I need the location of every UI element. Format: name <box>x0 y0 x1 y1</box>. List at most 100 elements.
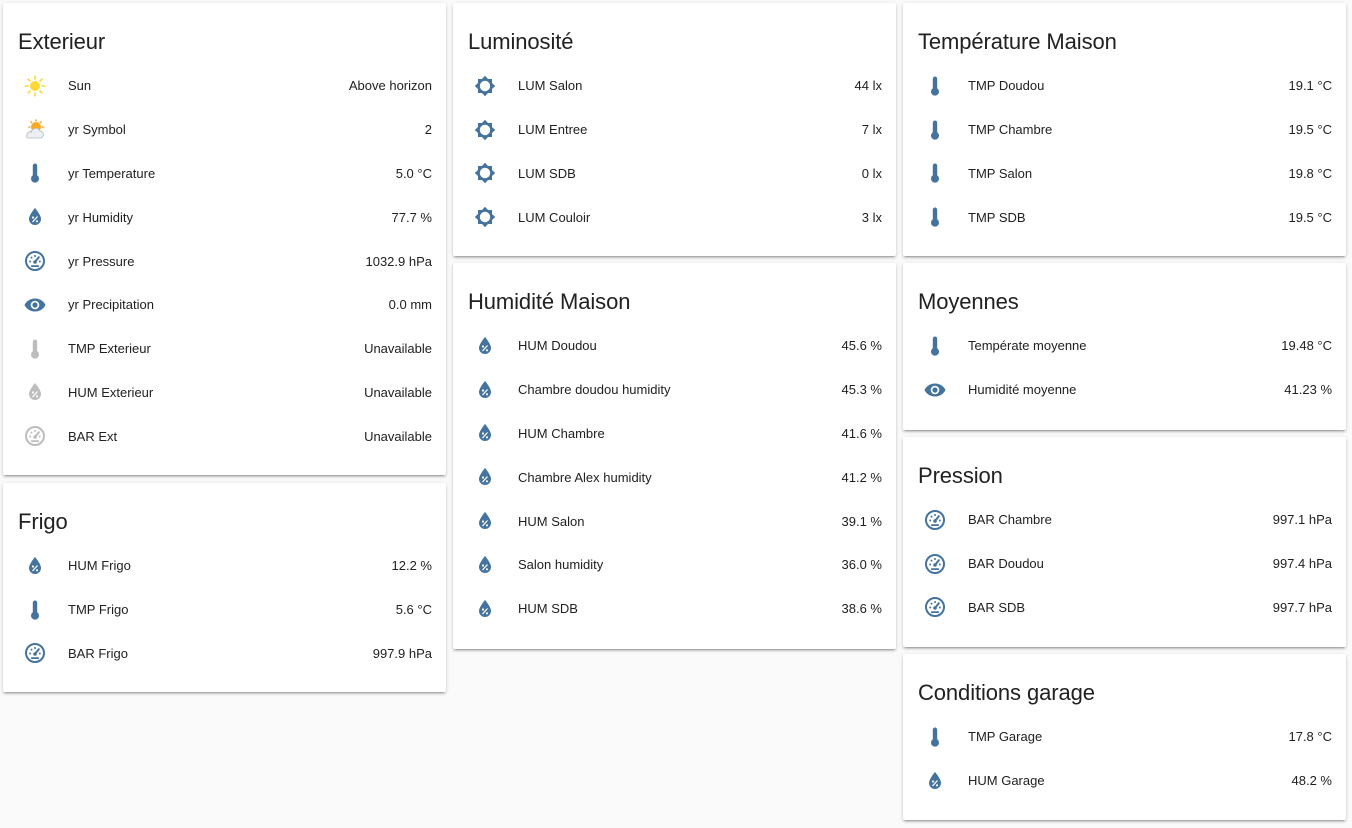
entity-row-tmp-chambre[interactable]: TMP Chambre 19.5 °C <box>903 108 1346 152</box>
entity-name[interactable]: TMP Doudou <box>968 78 1288 93</box>
entity-name[interactable]: BAR Frigo <box>68 646 373 661</box>
entity-row-hum-exterieur[interactable]: HUM Exterieur Unavailable <box>3 371 446 415</box>
entity-row-yr-precipitation[interactable]: yr Precipitation 0.0 mm <box>3 283 446 327</box>
entity-name[interactable]: yr Temperature <box>68 166 396 181</box>
entity-name[interactable]: HUM Exterieur <box>68 385 364 400</box>
entity-row-yr-pressure[interactable]: yr Pressure 1032.9 hPa <box>3 239 446 283</box>
entity-name[interactable]: LUM SDB <box>518 166 862 181</box>
entity-row-sun[interactable]: Sun Above horizon <box>3 64 446 108</box>
humidity-icon[interactable] <box>468 373 502 407</box>
entity-row-bar-ext[interactable]: BAR Ext Unavailable <box>3 414 446 458</box>
thermometer-icon[interactable] <box>18 332 52 366</box>
eye-icon[interactable] <box>918 373 952 407</box>
thermometer-icon[interactable] <box>18 593 52 627</box>
gauge-icon[interactable] <box>18 244 52 278</box>
entity-row-hum-salon[interactable]: HUM Salon 39.1 % <box>453 499 896 543</box>
entity-name[interactable]: BAR Doudou <box>968 556 1273 571</box>
entity-name[interactable]: HUM SDB <box>518 601 842 616</box>
thermometer-icon[interactable] <box>918 156 952 190</box>
thermometer-icon[interactable] <box>18 156 52 190</box>
entity-row-hum-sdb[interactable]: HUM SDB 38.6 % <box>453 587 896 631</box>
humidity-icon[interactable] <box>918 764 952 798</box>
entity-row-bar-sdb[interactable]: BAR SDB 997.7 hPa <box>903 586 1346 630</box>
entity-row-yr-symbol[interactable]: yr Symbol 2 <box>3 108 446 152</box>
humidity-icon[interactable] <box>468 329 502 363</box>
entity-name[interactable]: Salon humidity <box>518 557 842 572</box>
entity-name[interactable]: HUM Frigo <box>68 558 392 573</box>
entity-name[interactable]: BAR Chambre <box>968 512 1273 527</box>
humidity-icon[interactable] <box>468 592 502 626</box>
sun-icon[interactable] <box>18 69 52 103</box>
entity-name[interactable]: TMP SDB <box>968 210 1288 225</box>
entity-name[interactable]: Sun <box>68 78 349 93</box>
entity-row-salon-humidity[interactable]: Salon humidity 36.0 % <box>453 543 896 587</box>
humidity-icon[interactable] <box>468 416 502 450</box>
entity-row-hum-chambre[interactable]: HUM Chambre 41.6 % <box>453 412 896 456</box>
entity-row-hum-garage[interactable]: HUM Garage 48.2 % <box>903 759 1346 803</box>
brightness-icon[interactable] <box>468 69 502 103</box>
humidity-icon[interactable] <box>18 375 52 409</box>
weather-partly-cloudy-icon[interactable] <box>18 113 52 147</box>
thermometer-icon[interactable] <box>918 113 952 147</box>
entity-name[interactable]: Températe moyenne <box>968 338 1281 353</box>
entity-row-bar-chambre[interactable]: BAR Chambre 997.1 hPa <box>903 498 1346 542</box>
entity-name[interactable]: Chambre doudou humidity <box>518 382 842 397</box>
entity-row-lum-entree[interactable]: LUM Entree 7 lx <box>453 108 896 152</box>
thermometer-icon[interactable] <box>918 720 952 754</box>
entity-name[interactable]: Chambre Alex humidity <box>518 470 842 485</box>
entity-name[interactable]: Humidité moyenne <box>968 382 1284 397</box>
entity-name[interactable]: TMP Frigo <box>68 602 396 617</box>
gauge-icon[interactable] <box>918 590 952 624</box>
entity-row-bar-doudou[interactable]: BAR Doudou 997.4 hPa <box>903 542 1346 586</box>
humidity-icon[interactable] <box>18 549 52 583</box>
thermometer-icon[interactable] <box>918 200 952 234</box>
entity-name[interactable]: yr Symbol <box>68 122 425 137</box>
gauge-icon[interactable] <box>18 419 52 453</box>
entity-name[interactable]: TMP Garage <box>968 729 1288 744</box>
gauge-icon[interactable] <box>918 547 952 581</box>
entity-row-tmp-exterieur[interactable]: TMP Exterieur Unavailable <box>3 327 446 371</box>
entity-row-lum-couloir[interactable]: LUM Couloir 3 lx <box>453 195 896 239</box>
humidity-icon[interactable] <box>468 460 502 494</box>
entity-row-hum-frigo[interactable]: HUM Frigo 12.2 % <box>3 544 446 588</box>
humidity-icon[interactable] <box>18 200 52 234</box>
thermometer-icon[interactable] <box>918 329 952 363</box>
thermometer-icon[interactable] <box>918 69 952 103</box>
entity-row-tmp-doudou[interactable]: TMP Doudou 19.1 °C <box>903 64 1346 108</box>
entity-row-tmp-frigo[interactable]: TMP Frigo 5.6 °C <box>3 588 446 632</box>
humidity-icon[interactable] <box>468 548 502 582</box>
entity-row-bar-frigo[interactable]: BAR Frigo 997.9 hPa <box>3 632 446 676</box>
brightness-icon[interactable] <box>468 113 502 147</box>
entity-name[interactable]: HUM Doudou <box>518 338 842 353</box>
entity-name[interactable]: yr Pressure <box>68 254 365 269</box>
humidity-icon[interactable] <box>468 504 502 538</box>
entity-name[interactable]: LUM Salon <box>518 78 855 93</box>
brightness-icon[interactable] <box>468 200 502 234</box>
entity-name[interactable]: LUM Couloir <box>518 210 862 225</box>
entity-row-hum-doudou[interactable]: HUM Doudou 45.6 % <box>453 324 896 368</box>
entity-row-tmp-garage[interactable]: TMP Garage 17.8 °C <box>903 715 1346 759</box>
entity-row-chambre-alex-humidity[interactable]: Chambre Alex humidity 41.2 % <box>453 455 896 499</box>
entity-row-humidite-moyenne[interactable]: Humidité moyenne 41.23 % <box>903 368 1346 412</box>
brightness-icon[interactable] <box>468 156 502 190</box>
entity-row-temperate-moyenne[interactable]: Températe moyenne 19.48 °C <box>903 324 1346 368</box>
entity-row-yr-temperature[interactable]: yr Temperature 5.0 °C <box>3 152 446 196</box>
entity-name[interactable]: HUM Chambre <box>518 426 842 441</box>
entity-name[interactable]: HUM Salon <box>518 514 842 529</box>
entity-row-tmp-sdb[interactable]: TMP SDB 19.5 °C <box>903 195 1346 239</box>
entity-row-lum-sdb[interactable]: LUM SDB 0 lx <box>453 152 896 196</box>
entity-row-tmp-salon[interactable]: TMP Salon 19.8 °C <box>903 152 1346 196</box>
entity-name[interactable]: LUM Entree <box>518 122 862 137</box>
entity-name[interactable]: TMP Salon <box>968 166 1288 181</box>
entity-name[interactable]: BAR Ext <box>68 429 364 444</box>
entity-name[interactable]: BAR SDB <box>968 600 1273 615</box>
gauge-icon[interactable] <box>918 503 952 537</box>
eye-icon[interactable] <box>18 288 52 322</box>
entity-name[interactable]: TMP Chambre <box>968 122 1288 137</box>
entity-row-chambre-doudou-humidity[interactable]: Chambre doudou humidity 45.3 % <box>453 368 896 412</box>
gauge-icon[interactable] <box>18 636 52 670</box>
entity-name[interactable]: yr Humidity <box>68 210 392 225</box>
entity-name[interactable]: TMP Exterieur <box>68 341 364 356</box>
entity-row-lum-salon[interactable]: LUM Salon 44 lx <box>453 64 896 108</box>
entity-row-yr-humidity[interactable]: yr Humidity 77.7 % <box>3 195 446 239</box>
